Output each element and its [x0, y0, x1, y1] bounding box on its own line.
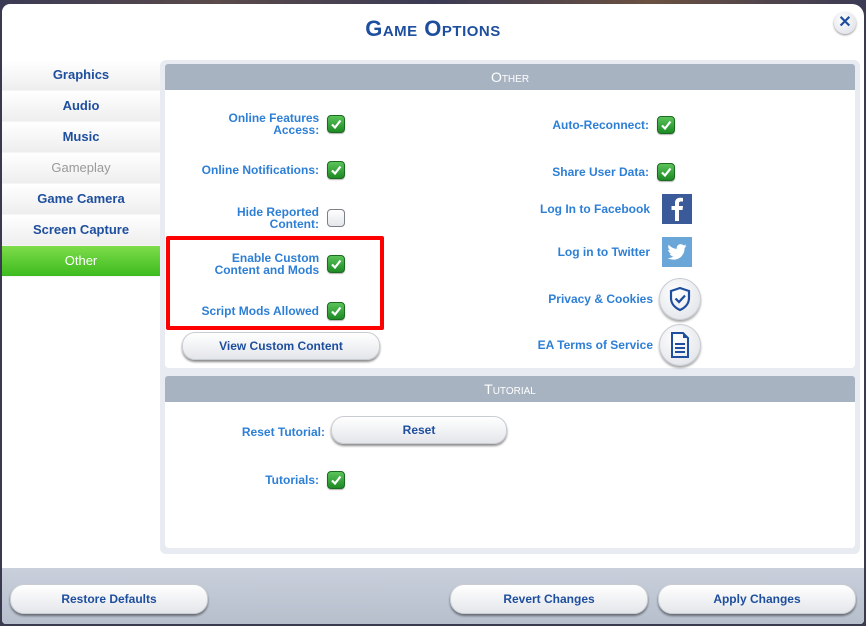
hide-reported-checkbox[interactable]	[327, 209, 345, 227]
checkmark-icon	[661, 167, 672, 178]
share-user-data-row: Share User Data:	[515, 163, 675, 181]
checkmark-icon	[331, 165, 342, 176]
content-panel: Other Online Features Access: Online Not…	[160, 60, 860, 554]
other-section-header: Other	[165, 64, 855, 90]
tutorial-section: Tutorial Reset Tutorial: Reset Tutorials…	[165, 376, 855, 548]
sidebar: Graphics Audio Music Gameplay Game Camer…	[2, 60, 160, 277]
hide-reported-row: Hide Reported Content:	[195, 206, 345, 230]
sidebar-item-graphics[interactable]: Graphics	[2, 60, 160, 91]
tutorials-checkbox[interactable]	[327, 471, 345, 489]
auto-reconnect-checkbox[interactable]	[657, 116, 675, 134]
facebook-row: Log In to Facebook	[495, 194, 692, 224]
script-mods-label: Script Mods Allowed	[201, 304, 319, 318]
privacy-label[interactable]: Privacy & Cookies	[548, 293, 653, 305]
sidebar-item-audio[interactable]: Audio	[2, 91, 160, 122]
reset-tutorial-row: Reset Tutorial:	[195, 426, 325, 438]
tutorials-row: Tutorials:	[195, 471, 345, 489]
online-features-label: Online Features Access:	[228, 111, 320, 137]
terms-label[interactable]: EA Terms of Service	[538, 339, 653, 351]
twitter-icon	[667, 244, 687, 260]
enable-custom-content-row: Enable Custom Content and Mods	[195, 252, 345, 276]
twitter-label[interactable]: Log in to Twitter	[558, 246, 650, 258]
tutorial-section-header: Tutorial	[165, 376, 855, 402]
sidebar-item-music[interactable]: Music	[2, 122, 160, 153]
auto-reconnect-label: Auto-Reconnect:	[552, 118, 649, 132]
script-mods-row: Script Mods Allowed	[195, 302, 345, 320]
close-button[interactable]: ✕	[834, 12, 856, 34]
online-notifications-checkbox[interactable]	[327, 161, 345, 179]
twitter-button[interactable]	[662, 237, 692, 267]
close-icon: ✕	[838, 14, 852, 31]
dialog-title: Game Options	[365, 16, 501, 41]
apply-changes-button[interactable]: Apply Changes	[658, 584, 856, 614]
online-notifications-label: Online Notifications:	[201, 163, 319, 177]
checkmark-icon	[331, 475, 342, 486]
reset-button[interactable]: Reset	[331, 416, 507, 444]
checkmark-icon	[331, 259, 342, 270]
tutorials-label: Tutorials:	[265, 473, 319, 487]
checkmark-icon	[331, 119, 342, 130]
privacy-button[interactable]	[659, 278, 701, 320]
game-options-dialog: Game Options ✕ Graphics Audio Music Game…	[2, 4, 864, 624]
terms-row: EA Terms of Service	[495, 324, 701, 366]
online-features-row: Online Features Access:	[195, 112, 345, 136]
reset-tutorial-label: Reset Tutorial:	[241, 425, 325, 439]
script-mods-checkbox[interactable]	[327, 302, 345, 320]
share-user-data-label: Share User Data:	[552, 165, 649, 179]
online-notifications-row: Online Notifications:	[195, 161, 345, 179]
auto-reconnect-row: Auto-Reconnect:	[515, 116, 675, 134]
document-icon	[671, 332, 689, 358]
checkmark-icon	[661, 120, 672, 131]
hide-reported-label: Hide Reported Content:	[236, 205, 319, 231]
restore-defaults-button[interactable]: Restore Defaults	[10, 584, 208, 614]
facebook-label[interactable]: Log In to Facebook	[540, 203, 650, 215]
checkmark-icon	[331, 306, 342, 317]
twitter-row: Log in to Twitter	[495, 237, 692, 267]
shield-check-icon	[669, 286, 691, 312]
footer-bar: Restore Defaults Revert Changes Apply Ch…	[2, 568, 864, 624]
share-user-data-checkbox[interactable]	[657, 163, 675, 181]
privacy-row: Privacy & Cookies	[495, 278, 701, 320]
facebook-icon	[671, 197, 683, 221]
other-section: Other Online Features Access: Online Not…	[165, 64, 855, 368]
online-features-checkbox[interactable]	[327, 115, 345, 133]
enable-custom-content-checkbox[interactable]	[327, 255, 345, 273]
sidebar-item-game-camera[interactable]: Game Camera	[2, 184, 160, 215]
terms-button[interactable]	[659, 324, 701, 366]
view-custom-content-button[interactable]: View Custom Content	[182, 332, 380, 360]
revert-changes-button[interactable]: Revert Changes	[450, 584, 648, 614]
sidebar-item-screen-capture[interactable]: Screen Capture	[2, 215, 160, 246]
sidebar-item-other[interactable]: Other	[2, 246, 160, 277]
sidebar-item-gameplay[interactable]: Gameplay	[2, 153, 160, 184]
enable-custom-content-label: Enable Custom Content and Mods	[214, 251, 320, 277]
facebook-button[interactable]	[662, 194, 692, 224]
